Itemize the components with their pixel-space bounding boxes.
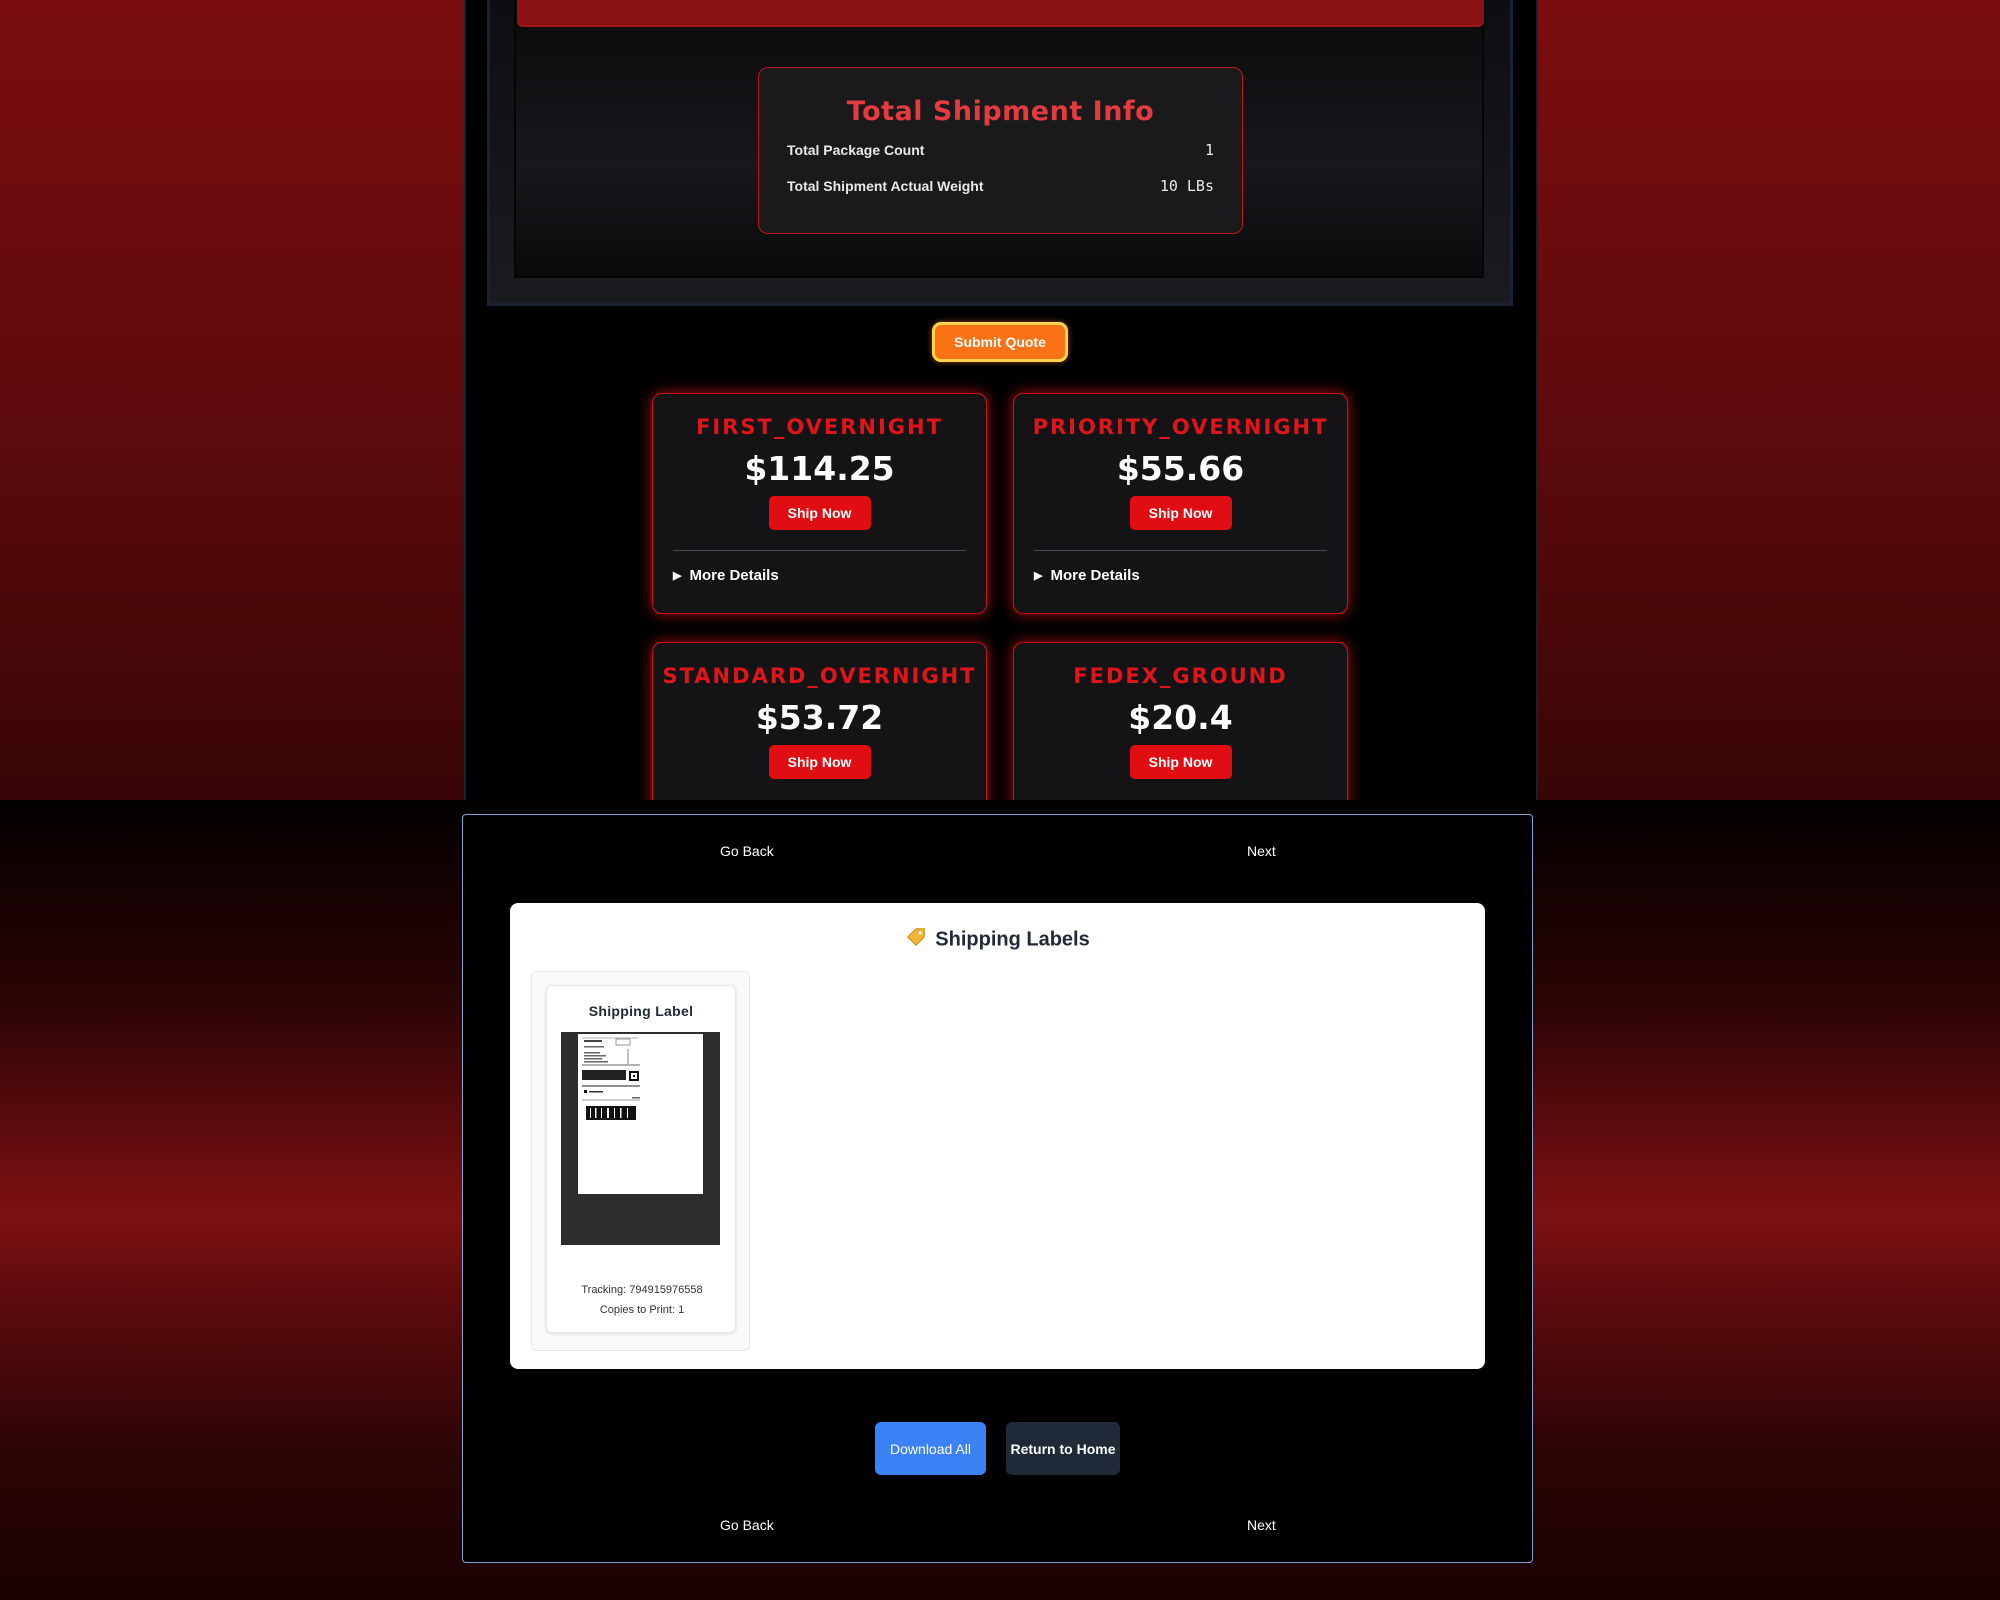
total-package-count-row: Total Package Count 1 [787,141,1214,159]
ship-now-button[interactable]: Ship Now [1129,496,1232,530]
label-card-title: Shipping Label [588,1003,694,1019]
total-shipment-info: Total Shipment Info Total Package Count … [758,67,1243,234]
label-list: Shipping Label Tracking: 794915976558 Co… [531,971,750,1351]
rate-card-fedex-ground: FEDEX_GROUND $20.4 Ship Now [1013,642,1348,800]
next-link-bottom[interactable]: Next [1247,1517,1276,1533]
next-link-top[interactable]: Next [1247,843,1276,859]
shipping-labels-panel: Shipping Labels Shipping Label Tracking:… [510,903,1485,1369]
triangle-right-icon: ▶ [1034,570,1043,582]
shipping-labels-title: Shipping Labels [935,928,1090,951]
quote-screen: Total Shipment Info Total Package Count … [0,0,2000,800]
total-package-count-value: 1 [1204,141,1214,159]
total-package-count-label: Total Package Count [787,142,925,158]
rate-card-priority-overnight: PRIORITY_OVERNIGHT $55.66 Ship Now ▶ Mor… [1013,393,1348,614]
ship-now-button[interactable]: Ship Now [768,745,871,779]
ship-now-button[interactable]: Ship Now [768,496,871,530]
more-details-label: More Details [1050,567,1140,584]
totals-title: Total Shipment Info [846,96,1155,127]
label-paper [578,1034,703,1194]
service-price: $114.25 [744,449,895,488]
card-divider [1034,550,1327,551]
more-details-toggle[interactable]: ▶ More Details [1034,567,1347,584]
service-price: $53.72 [755,698,884,737]
service-name: FEDEX_GROUND [1073,664,1288,688]
service-name: PRIORITY_OVERNIGHT [1032,415,1329,439]
service-name: STANDARD_OVERNIGHT [662,664,977,688]
total-weight-value: 10 LBs [1159,177,1214,195]
more-details-toggle[interactable]: ▶ More Details [673,567,986,584]
ship-now-button[interactable]: Ship Now [1129,745,1232,779]
label-card[interactable]: Shipping Label Tracking: 794915976558 Co… [546,985,736,1333]
total-weight-label: Total Shipment Actual Weight [787,178,984,194]
go-back-link-bottom[interactable]: Go Back [720,1517,774,1533]
shipping-labels-heading: Shipping Labels [510,926,1485,954]
return-to-home-button[interactable]: Return to Home [1006,1422,1120,1475]
more-details-label: More Details [689,567,779,584]
tag-icon [905,926,927,954]
submit-quote-button[interactable]: Submit Quote [932,322,1068,362]
download-all-button[interactable]: Download All [875,1422,986,1475]
total-weight-row: Total Shipment Actual Weight 10 LBs [787,177,1214,195]
label-thumbnail-graphic [582,1037,640,1120]
service-price: $20.4 [1128,698,1233,737]
tracking-number: Tracking: 794915976558 [581,1284,703,1296]
copies-to-print: Copies to Print: 1 [599,1304,685,1316]
card-divider [673,550,966,551]
section-footer-bar [517,0,1484,27]
rate-card-standard-overnight: STANDARD_OVERNIGHT $53.72 Ship Now [652,642,987,800]
service-name: FIRST_OVERNIGHT [696,415,943,439]
go-back-link-top[interactable]: Go Back [720,843,774,859]
rate-card-first-overnight: FIRST_OVERNIGHT $114.25 Ship Now ▶ More … [652,393,987,614]
label-preview-image[interactable] [561,1032,720,1245]
service-price: $55.66 [1116,449,1245,488]
triangle-right-icon: ▶ [673,570,682,582]
